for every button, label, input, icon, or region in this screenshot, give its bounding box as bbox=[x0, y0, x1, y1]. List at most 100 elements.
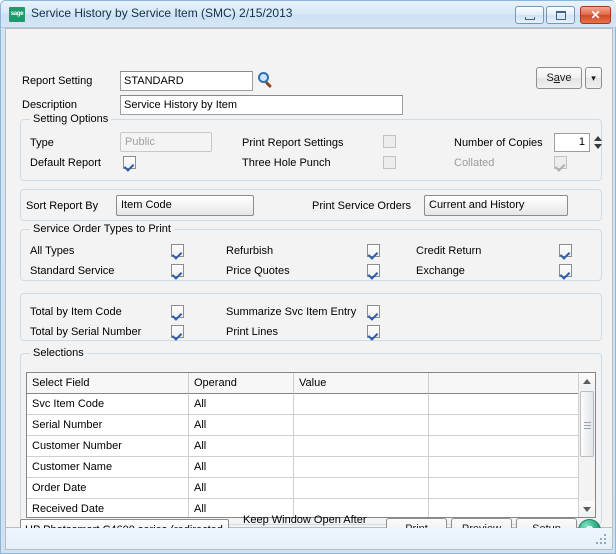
scroll-down-button[interactable] bbox=[579, 501, 595, 517]
type-select[interactable]: Public bbox=[120, 132, 212, 152]
row-field: Received Date bbox=[27, 499, 189, 517]
sot-checkbox-5[interactable] bbox=[559, 264, 572, 277]
row-operand-select[interactable]: All bbox=[189, 415, 294, 435]
chevron-down-icon bbox=[583, 507, 591, 512]
keep-window-open-label: Keep Window Open After bbox=[243, 514, 367, 526]
description-input[interactable]: Service History by Item bbox=[120, 95, 403, 115]
totals-checkbox-3[interactable] bbox=[367, 325, 380, 338]
sort-report-by-select[interactable]: Item Code bbox=[116, 195, 254, 216]
sot-checkbox-1[interactable] bbox=[171, 264, 184, 277]
row-value[interactable] bbox=[294, 478, 429, 498]
totals-checkbox-2[interactable] bbox=[367, 305, 380, 318]
report-setting-input[interactable]: STANDARD bbox=[120, 71, 253, 91]
stepper-up-icon bbox=[594, 136, 602, 141]
row-field: Serial Number bbox=[27, 415, 189, 435]
selections-grid[interactable]: Select Field Operand Value Svc Item Code… bbox=[26, 372, 596, 518]
application-window: sage Service History by Service Item (SM… bbox=[0, 0, 616, 554]
resize-grip[interactable] bbox=[596, 534, 608, 546]
sot-label-1: Standard Service bbox=[30, 265, 115, 277]
three-hole-punch-label: Three Hole Punch bbox=[242, 157, 331, 169]
sot-checkbox-2[interactable] bbox=[367, 244, 380, 257]
sort-report-by-label: Sort Report By bbox=[26, 200, 99, 212]
print-service-orders-select[interactable]: Current and History bbox=[424, 195, 568, 216]
print-report-settings-label: Print Report Settings bbox=[242, 137, 344, 149]
save-dropdown-button[interactable]: ▾ bbox=[585, 67, 602, 89]
row-value[interactable] bbox=[294, 394, 429, 414]
row-value[interactable] bbox=[294, 436, 429, 456]
totals-label-3: Print Lines bbox=[226, 326, 278, 338]
table-row[interactable]: Customer Number All bbox=[27, 436, 579, 457]
table-row[interactable]: Customer Name All bbox=[27, 457, 579, 478]
sot-label-4: Credit Return bbox=[416, 245, 482, 257]
collated-label: Collated bbox=[454, 157, 495, 169]
print-service-orders-label: Print Service Orders bbox=[312, 200, 412, 212]
sage-logo-icon: sage bbox=[9, 7, 25, 22]
report-setting-label: Report Setting bbox=[22, 75, 93, 87]
grid-header-select-field: Select Field bbox=[27, 373, 189, 394]
print-report-settings-checkbox[interactable] bbox=[383, 135, 396, 148]
totals-label-1: Total by Serial Number bbox=[30, 326, 142, 338]
number-of-copies-label: Number of Copies bbox=[454, 137, 543, 149]
setting-options-group: Setting Options bbox=[20, 113, 602, 181]
row-operand-select[interactable]: All bbox=[189, 394, 294, 414]
sot-checkbox-4[interactable] bbox=[559, 244, 572, 257]
row-value[interactable] bbox=[294, 415, 429, 435]
table-row[interactable]: Serial Number All bbox=[27, 415, 579, 436]
maximize-icon bbox=[556, 11, 566, 20]
save-button[interactable]: Save bbox=[536, 67, 582, 89]
row-field: Order Date bbox=[27, 478, 189, 498]
row-field: Customer Number bbox=[27, 436, 189, 456]
type-label: Type bbox=[30, 137, 54, 149]
grid-header-operand: Operand bbox=[189, 373, 294, 394]
table-row[interactable]: Svc Item Code All bbox=[27, 394, 579, 415]
grid-header-extra bbox=[429, 373, 579, 394]
sot-label-3: Price Quotes bbox=[226, 265, 290, 277]
sot-label-2: Refurbish bbox=[226, 245, 274, 257]
scrollbar-thumb[interactable] bbox=[580, 391, 594, 457]
scroll-up-button[interactable] bbox=[579, 373, 595, 389]
maximize-button[interactable] bbox=[546, 6, 575, 24]
default-report-checkbox[interactable] bbox=[123, 156, 136, 169]
magnifier-icon[interactable] bbox=[258, 72, 275, 89]
window-title: Service History by Service Item (SMC) 2/… bbox=[31, 6, 293, 20]
row-extra[interactable] bbox=[429, 415, 579, 435]
grid-header-row: Select Field Operand Value bbox=[27, 373, 579, 394]
totals-checkbox-0[interactable] bbox=[171, 305, 184, 318]
row-extra[interactable] bbox=[429, 457, 579, 477]
chevron-up-icon bbox=[583, 379, 591, 384]
row-field: Customer Name bbox=[27, 457, 189, 477]
client-area: Report Setting STANDARD Description Serv… bbox=[5, 28, 613, 544]
minimize-icon bbox=[525, 17, 535, 20]
row-operand-select[interactable]: All bbox=[189, 436, 294, 456]
three-hole-punch-checkbox[interactable] bbox=[383, 156, 396, 169]
totals-label-2: Summarize Svc Item Entry bbox=[226, 306, 357, 318]
selections-scrollbar[interactable] bbox=[578, 373, 595, 517]
close-icon: ✕ bbox=[590, 8, 601, 22]
setting-options-title: Setting Options bbox=[30, 113, 112, 125]
sot-checkbox-0[interactable] bbox=[171, 244, 184, 257]
row-extra[interactable] bbox=[429, 499, 579, 517]
description-label: Description bbox=[22, 99, 78, 111]
row-field: Svc Item Code bbox=[27, 394, 189, 414]
row-extra[interactable] bbox=[429, 478, 579, 498]
stepper-down-icon bbox=[594, 144, 602, 149]
collated-checkbox[interactable] bbox=[554, 156, 567, 169]
row-value[interactable] bbox=[294, 457, 429, 477]
totals-label-0: Total by Item Code bbox=[30, 306, 122, 318]
minimize-button[interactable] bbox=[515, 6, 544, 24]
table-row[interactable]: Order Date All bbox=[27, 478, 579, 499]
number-of-copies-input[interactable]: 1 bbox=[554, 133, 590, 152]
sot-checkbox-3[interactable] bbox=[367, 264, 380, 277]
row-extra[interactable] bbox=[429, 394, 579, 414]
row-operand-select[interactable]: All bbox=[189, 457, 294, 477]
selections-title: Selections bbox=[30, 347, 87, 359]
title-bar: sage Service History by Service Item (SM… bbox=[1, 1, 616, 28]
row-extra[interactable] bbox=[429, 436, 579, 456]
close-button[interactable]: ✕ bbox=[580, 6, 611, 24]
totals-checkbox-1[interactable] bbox=[171, 325, 184, 338]
sot-label-0: All Types bbox=[30, 245, 75, 257]
row-operand-select[interactable]: All bbox=[189, 478, 294, 498]
number-of-copies-stepper[interactable] bbox=[591, 133, 604, 152]
grid-header-value: Value bbox=[294, 373, 429, 394]
default-report-label: Default Report bbox=[30, 157, 101, 169]
